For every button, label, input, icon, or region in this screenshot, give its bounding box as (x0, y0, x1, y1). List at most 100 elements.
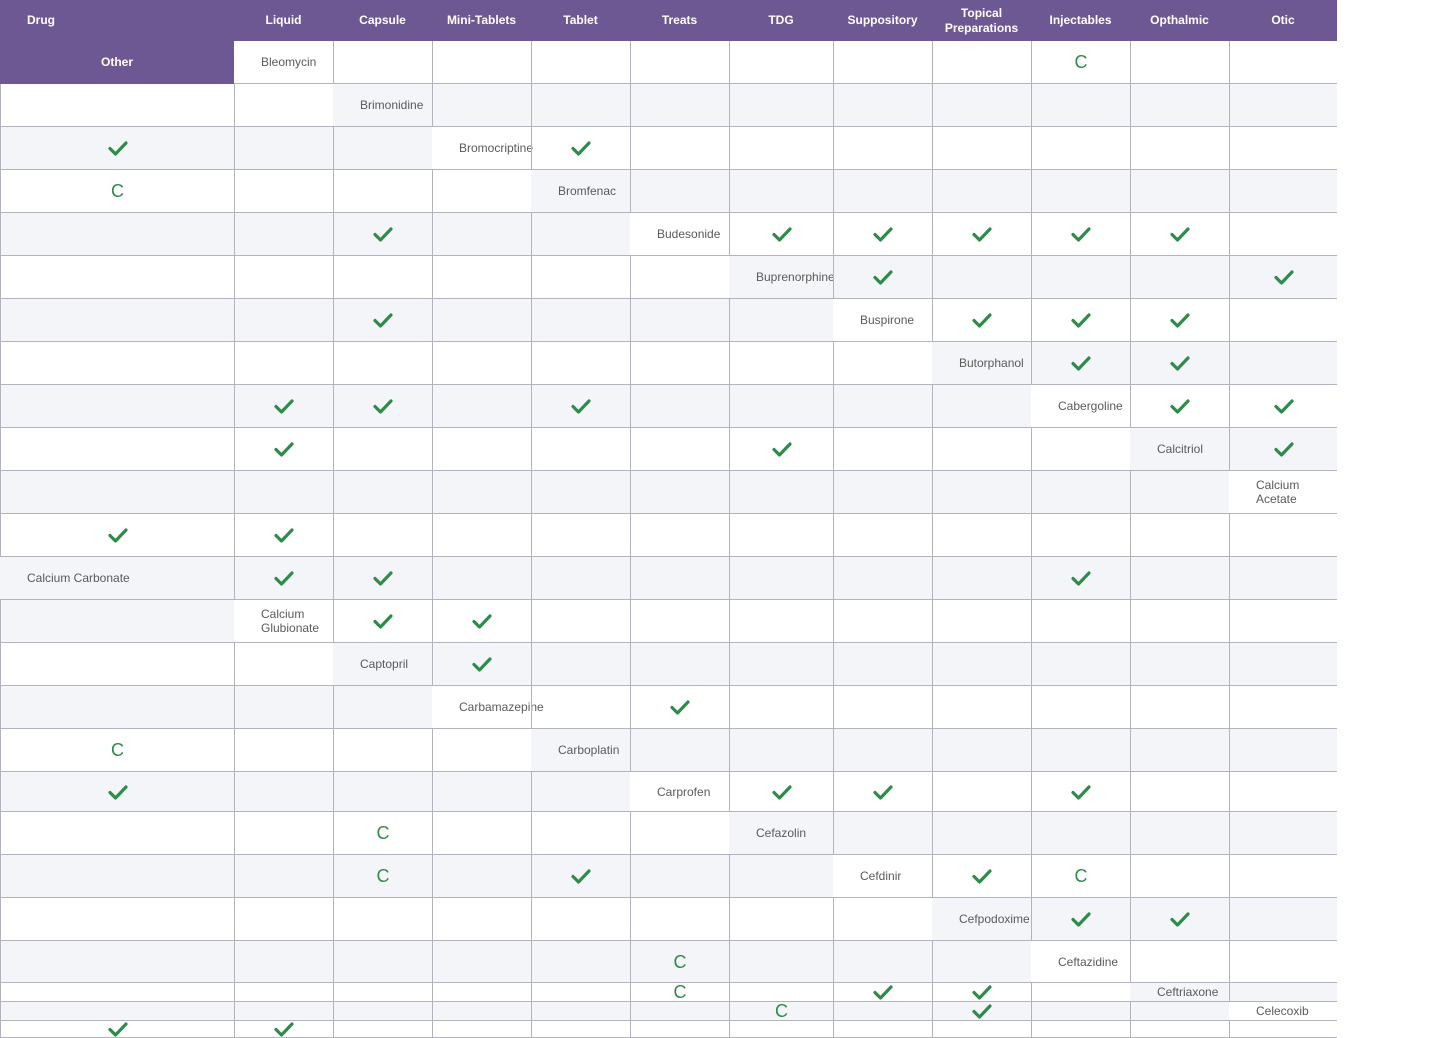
table-cell (1031, 812, 1130, 855)
table-cell (833, 170, 932, 213)
table-cell (1130, 729, 1229, 772)
check-icon (1071, 784, 1091, 800)
table-cell (630, 385, 729, 428)
drug-name-cell: Bromocriptine (432, 127, 533, 170)
table-cell (1229, 855, 1337, 898)
table-cell (0, 855, 234, 898)
table-cell (333, 983, 432, 1002)
check-icon (373, 312, 393, 328)
check-icon (873, 269, 893, 285)
table-cell (432, 941, 531, 983)
table-cell (630, 428, 729, 471)
check-icon (571, 140, 591, 156)
table-cell (833, 898, 932, 941)
table-cell (630, 686, 729, 729)
table-cell (234, 643, 333, 686)
table-cell (729, 643, 833, 686)
c-mark: C (673, 951, 687, 972)
drug-name-cell: Ceftriaxone (1130, 983, 1229, 1002)
table-cell (630, 898, 729, 941)
table-cell: C (729, 1002, 833, 1021)
drug-name-cell: Captopril (333, 643, 432, 686)
table-cell (1229, 41, 1337, 84)
table-cell (1130, 256, 1229, 299)
table-cell (333, 471, 432, 514)
c-mark: C (376, 823, 390, 843)
table-cell (1130, 299, 1229, 342)
table-cell (234, 385, 333, 428)
c-mark: C (1074, 866, 1088, 886)
table-cell (432, 983, 531, 1002)
column-header: Other (0, 41, 234, 84)
table-cell (531, 342, 630, 385)
table-cell (729, 342, 833, 385)
table-cell (432, 812, 531, 855)
table-cell (1031, 342, 1130, 385)
table-cell (531, 41, 630, 84)
c-mark: C (775, 1001, 788, 1021)
drug-name-cell: Carbamazepine (432, 686, 544, 729)
table-cell (729, 514, 833, 557)
table-cell (729, 127, 833, 170)
check-icon (274, 1021, 294, 1037)
table-cell (729, 428, 833, 471)
table-cell (1031, 686, 1130, 729)
table-cell (1130, 471, 1229, 514)
table-cell (531, 686, 630, 729)
table-cell (1229, 686, 1337, 729)
table-cell (432, 643, 531, 686)
table-cell (432, 342, 531, 385)
table-cell (432, 1021, 531, 1038)
table-cell (1229, 127, 1337, 170)
table-cell (432, 299, 531, 342)
table-cell (1130, 772, 1229, 812)
c-mark: C (1074, 52, 1088, 72)
table-cell (729, 385, 833, 428)
check-icon (373, 613, 393, 629)
table-cell (932, 213, 1031, 256)
table-cell (1031, 84, 1130, 127)
table-cell (729, 772, 833, 812)
check-icon (972, 312, 992, 328)
table-cell (531, 84, 630, 127)
table-cell (729, 170, 833, 213)
check-icon (1170, 398, 1190, 414)
table-cell (932, 643, 1031, 686)
table-cell (932, 256, 1031, 299)
table-cell (1229, 385, 1337, 428)
table-cell (932, 729, 1031, 772)
drug-name-cell: Carboplatin (531, 729, 630, 772)
table-cell (432, 898, 531, 941)
table-cell (234, 557, 333, 600)
column-header: Liquid (234, 0, 333, 41)
table-cell: C (0, 170, 234, 213)
table-cell (234, 983, 333, 1002)
table-cell (833, 812, 932, 855)
drug-name-cell: Celecoxib (1229, 1002, 1337, 1021)
check-icon (571, 868, 591, 884)
check-icon (1170, 312, 1190, 328)
table-cell (630, 471, 729, 514)
table-cell (432, 729, 531, 772)
drug-name-cell: Calcium Carbonate (0, 557, 234, 600)
table-cell (1031, 514, 1130, 557)
check-icon (873, 984, 893, 1000)
table-cell: C (630, 941, 729, 983)
c-mark: C (111, 740, 124, 760)
table-cell (1031, 213, 1130, 256)
drug-name-cell: Calcium Glubionate (234, 600, 333, 643)
table-cell (1229, 213, 1337, 256)
table-cell (833, 84, 932, 127)
table-cell (234, 855, 333, 898)
table-cell (833, 557, 932, 600)
table-cell (932, 127, 1031, 170)
table-cell (0, 643, 234, 686)
table-cell (932, 41, 1031, 84)
table-cell (1229, 772, 1337, 812)
table-cell (1130, 514, 1229, 557)
table-cell (932, 428, 1031, 471)
table-cell (833, 428, 932, 471)
check-icon (873, 784, 893, 800)
table-cell (932, 557, 1031, 600)
check-icon (771, 226, 792, 242)
